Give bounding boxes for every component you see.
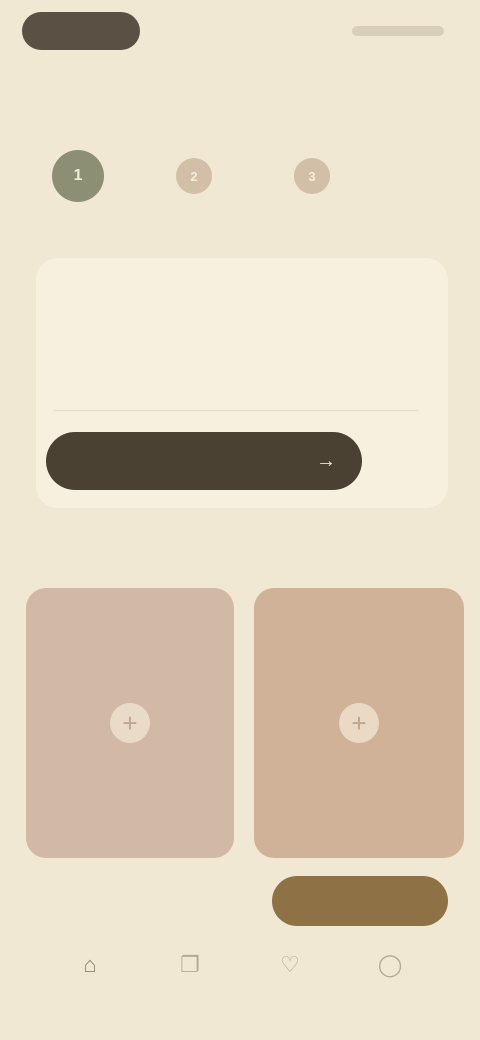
step-1[interactable]: 1 [52,150,114,202]
card-divider [54,410,418,411]
nav-item-favorites[interactable]: ♡ [255,950,325,988]
continue-button[interactable]: → [46,432,362,490]
status-bar-indicator [352,26,444,36]
step-2-circle: 2 [176,158,212,194]
step-3[interactable]: 3 [294,158,340,194]
bottom-navigation: ⌂ ❐ ♡ ◯ [0,944,480,1040]
arrow-right-icon: → [316,449,336,472]
status-indicators [344,20,444,42]
step-3-circle: 3 [294,158,330,194]
home-icon: ⌂ [83,952,97,977]
add-photo-icon: + [339,703,379,743]
status-pill [22,12,140,50]
photo-tile-2[interactable]: + [254,588,464,858]
add-photo-icon: + [110,703,150,743]
step-2[interactable]: 2 [176,158,222,194]
photo-tile-1[interactable]: + [26,588,234,858]
heart-icon: ♡ [280,952,300,977]
floating-action-button[interactable] [272,876,448,926]
nav-item-profile[interactable]: ◯ [355,950,425,988]
nav-item-home[interactable]: ⌂ [55,950,125,988]
step-progress: 1 2 3 [52,148,442,204]
nav-item-saved[interactable]: ❐ [155,950,225,988]
step-1-circle: 1 [52,150,104,202]
profile-icon: ◯ [377,952,403,977]
bookmark-icon: ❐ [180,952,200,977]
